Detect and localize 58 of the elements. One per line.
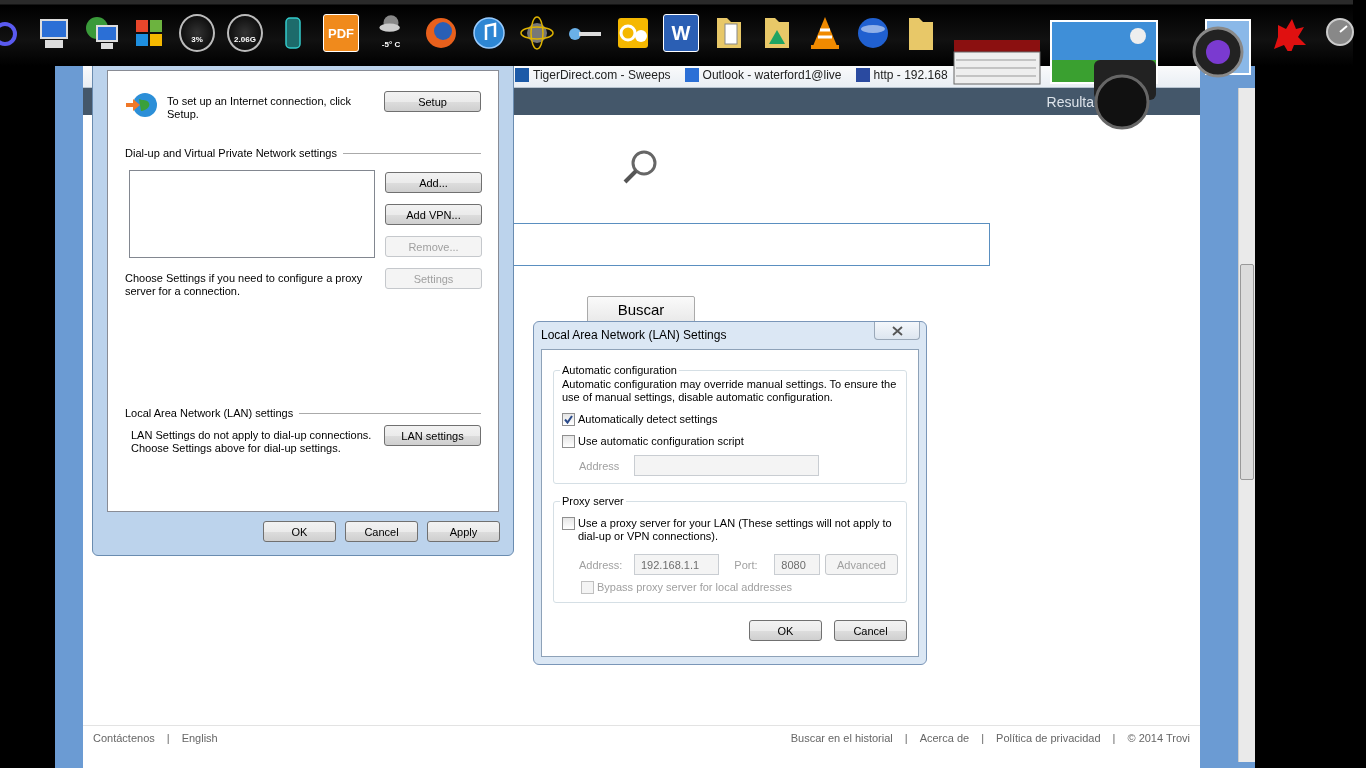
checkbox-label: Automatically detect settings xyxy=(578,413,718,426)
footer-separator: | xyxy=(981,732,985,744)
music-note-icon[interactable] xyxy=(471,14,507,52)
connection-list[interactable] xyxy=(129,170,375,258)
bookmark-link[interactable]: http - 192.168 xyxy=(855,67,948,82)
lan-settings-button[interactable]: LAN settings xyxy=(384,425,481,446)
globe-computer-icon[interactable] xyxy=(83,14,119,52)
book-stack-icon[interactable] xyxy=(952,38,1042,86)
footer-link[interactable]: Política de privacidad xyxy=(996,732,1101,744)
field-label: Port: xyxy=(734,558,759,571)
globe-arrow-icon xyxy=(125,91,159,119)
dialog-button[interactable]: OK xyxy=(749,620,822,641)
footer-link[interactable]: Buscar en el historial xyxy=(790,732,893,744)
header-text: Resulta xyxy=(1046,93,1094,110)
auto-config-note: Automatic configuration may override manual settings. To ensure the use of manual settings, disable automatic configuration. xyxy=(562,378,898,404)
dialog-button[interactable]: OK xyxy=(263,521,336,542)
checkbox[interactable] xyxy=(562,517,575,530)
dialog-button[interactable]: Add VPN... xyxy=(385,204,482,225)
footer-link[interactable]: Contáctenos xyxy=(93,732,155,744)
clock-icon[interactable] xyxy=(1325,17,1355,47)
section-heading: Local Area Network (LAN) settings xyxy=(125,407,294,419)
checkbox-label: Use a proxy server for your LAN (These settings will not apply to dial-up or VPN connections). xyxy=(578,517,893,543)
setup-instructions: To set up an Internet connection, click Setup. xyxy=(167,95,353,121)
dialog-button[interactable]: Add... xyxy=(385,172,482,193)
checkbox-label: Bypass proxy server for local addresses xyxy=(597,581,793,594)
gauge-reading: 3% xyxy=(191,35,203,44)
group-heading: Automatic configuration xyxy=(561,364,678,376)
field-label: Address xyxy=(579,459,621,472)
scrollbar[interactable] xyxy=(1238,88,1255,762)
dialog-button[interactable]: Cancel xyxy=(345,521,418,542)
lan-instructions: LAN Settings do not apply to dial-up connections. Choose Settings above for dial-up settings. xyxy=(131,429,372,455)
bookmark-link[interactable]: TigerDirect.com - Sweeps xyxy=(515,67,671,82)
bookmark-link[interactable]: Outlook - waterford1@live xyxy=(684,67,842,82)
camera-lens-icon[interactable] xyxy=(1192,18,1254,80)
weather-temperature: -5° C xyxy=(381,40,401,49)
atom-globe-icon[interactable] xyxy=(519,14,555,52)
field-label: Address: xyxy=(579,558,624,571)
footer-separator: | xyxy=(904,732,908,744)
footer-separator: | xyxy=(1112,732,1116,744)
footer-link[interactable]: English xyxy=(181,732,218,744)
gauge-reading: 2.06G xyxy=(234,35,256,44)
dialog-button[interactable]: Apply xyxy=(427,521,500,542)
close-button[interactable] xyxy=(874,322,920,340)
gauge-icon[interactable]: 3% xyxy=(179,14,215,52)
word-label[interactable]: W xyxy=(663,14,699,52)
setup-button[interactable]: Setup xyxy=(384,91,481,112)
dialog-button[interactable]: Cancel xyxy=(834,620,907,641)
footer-link[interactable]: Acerca de xyxy=(919,732,970,744)
section-heading: Dial-up and Virtual Private Network settings xyxy=(125,147,337,159)
close-icon xyxy=(891,325,903,336)
checkbox[interactable] xyxy=(562,435,575,448)
group-heading: Proxy server xyxy=(561,495,625,507)
gauge-icon[interactable]: 2.06G xyxy=(227,14,263,52)
footer-separator: | xyxy=(166,732,170,744)
footer-link[interactable]: © 2014 Trovi xyxy=(1127,732,1190,744)
proxy-instructions: Choose Settings if you need to configure a proxy server for a connection. xyxy=(125,272,364,298)
checkbox-label: Use automatic configuration script xyxy=(578,435,744,448)
checkbox[interactable] xyxy=(562,413,575,426)
